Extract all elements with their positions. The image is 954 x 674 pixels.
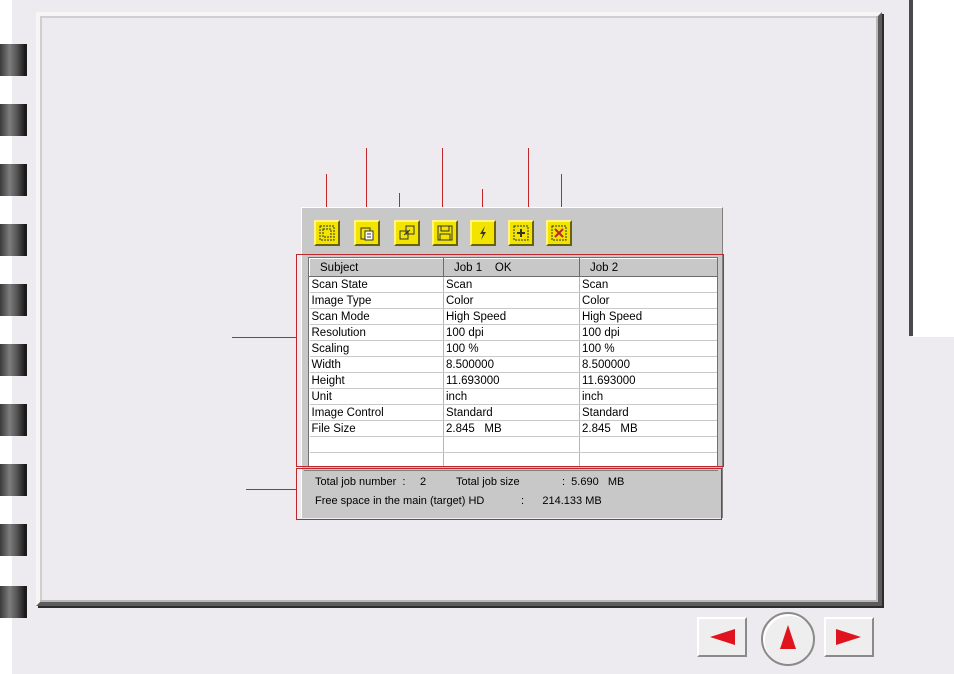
paste-button[interactable] [354,220,380,246]
up-page-button[interactable] [761,612,815,666]
background-panel-lower-right [912,337,954,674]
select-all-button[interactable] [314,220,340,246]
lightning-icon [480,226,486,240]
add-icon [513,225,529,241]
clipboard-icon [360,227,374,241]
delete-icon [551,225,567,241]
add-button[interactable] [508,220,534,246]
binder-ring [0,344,27,376]
binder-ring [0,284,27,316]
binder-ring [0,104,27,136]
callout-line-status [246,489,296,490]
triangle-right-icon [836,629,861,645]
open-button[interactable] [394,220,420,246]
triangle-left-icon [710,629,735,645]
open-folder-icon [399,225,415,240]
binder-ring [0,464,27,496]
binder-ring [0,164,27,196]
delete-button[interactable] [546,220,572,246]
save-button[interactable] [432,220,458,246]
next-page-button[interactable] [824,617,874,657]
select-all-icon [319,225,335,241]
binder-ring [0,524,27,556]
callout-box-status [296,468,722,520]
callout-box-table [296,254,724,467]
callout-line-table [232,337,296,338]
triangle-up-icon [780,625,796,649]
binder-ring [0,586,27,618]
binder-ring [0,404,27,436]
binder-ring [0,44,27,76]
binder-ring [0,224,27,256]
prev-page-button[interactable] [697,617,747,657]
page-edge-rule [909,0,913,336]
save-disk-icon [437,225,453,241]
scan-button[interactable] [470,220,496,246]
